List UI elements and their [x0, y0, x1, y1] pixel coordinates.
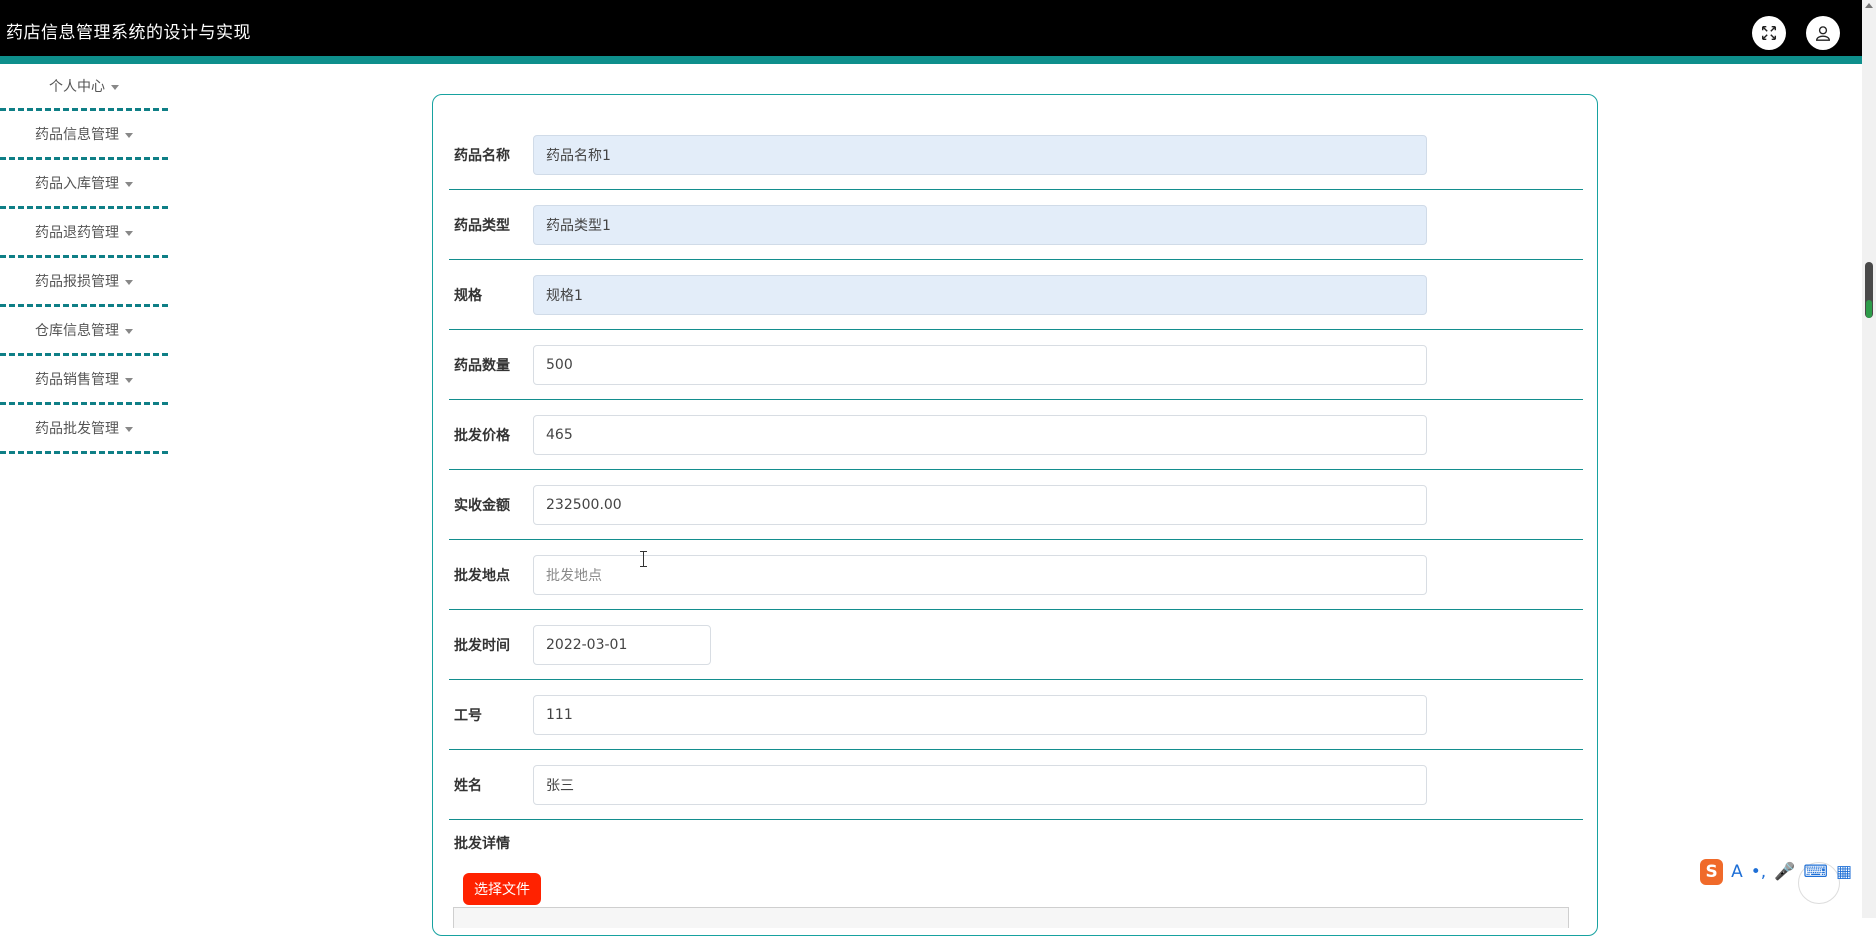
header-accent-strip: [0, 56, 1862, 64]
user-menu-button[interactable]: [1806, 16, 1840, 50]
form-row-amount: 实收金额 232500.00: [449, 471, 1583, 540]
caret-down-icon: [125, 426, 133, 432]
sidebar-item-damage[interactable]: 药品报损管理: [0, 258, 168, 307]
spec-field[interactable]: 规格1: [533, 275, 1427, 315]
caret-down-icon: [125, 181, 133, 187]
caret-down-icon: [125, 230, 133, 236]
form-row-location: 批发地点 批发地点: [449, 541, 1583, 610]
form-row-quantity: 药品数量 500: [449, 331, 1583, 400]
date-field[interactable]: 2022-03-01: [533, 625, 711, 665]
field-value: 张三: [546, 778, 574, 794]
grid-menu-icon: ▦: [1835, 862, 1852, 882]
sidebar-item-label: 仓库信息管理: [35, 323, 119, 339]
ime-logo-icon: S: [1700, 859, 1724, 885]
punctuation-icon: •,: [1750, 862, 1767, 882]
form-row-employee-id: 工号 111: [449, 681, 1583, 750]
fullscreen-button[interactable]: [1752, 16, 1786, 50]
field-label: 药品名称: [454, 148, 510, 164]
sidebar-item-label: 药品信息管理: [35, 127, 119, 143]
sidebar-item-label: 个人中心: [49, 79, 105, 95]
caret-down-icon: [111, 84, 119, 90]
detail-label: 批发详情: [454, 836, 510, 852]
app-title: 药店信息管理系统的设计与实现: [6, 23, 251, 43]
field-label: 药品类型: [454, 218, 510, 234]
choose-file-button[interactable]: 选择文件: [463, 873, 541, 905]
scrollbar-thumb-indicator: [1866, 300, 1872, 318]
user-icon: [1816, 26, 1830, 41]
field-label: 批发价格: [454, 428, 510, 444]
sidebar-item-returns[interactable]: 药品退药管理: [0, 209, 168, 258]
field-label: 药品数量: [454, 358, 510, 374]
sidebar-item-label: 药品入库管理: [35, 176, 119, 192]
field-value: 232500.00: [546, 497, 622, 513]
vertical-scrollbar[interactable]: [1862, 0, 1876, 918]
field-value: 药品名称1: [546, 148, 611, 164]
form-row-drug-name: 药品名称 药品名称1: [449, 121, 1583, 190]
quantity-field[interactable]: 500: [533, 345, 1427, 385]
sidebar-item-stock-in[interactable]: 药品入库管理: [0, 160, 168, 209]
sidebar-item-label: 药品批发管理: [35, 421, 119, 437]
sidebar-item-sales[interactable]: 药品销售管理: [0, 356, 168, 405]
field-value: 500: [546, 357, 573, 373]
microphone-icon: 🎤: [1774, 862, 1796, 882]
caret-down-icon: [125, 132, 133, 138]
sidebar: 个人中心 药品信息管理 药品入库管理 药品退药管理 药品报损管理 仓库信息管理 …: [0, 64, 170, 454]
form-row-spec: 规格 规格1: [449, 261, 1583, 330]
field-label: 批发时间: [454, 638, 510, 654]
form-row-date: 批发时间 2022-03-01: [449, 611, 1583, 680]
amount-field[interactable]: 232500.00: [533, 485, 1427, 525]
form-row-name: 姓名 张三: [449, 751, 1583, 820]
form-row-drug-type: 药品类型 药品类型1: [449, 191, 1583, 260]
keyboard-icon: ⌨: [1803, 862, 1828, 882]
sidebar-item-label: 药品销售管理: [35, 372, 119, 388]
field-value: 111: [546, 707, 573, 723]
caret-down-icon: [125, 279, 133, 285]
field-value: 规格1: [546, 288, 583, 304]
field-label: 工号: [454, 708, 482, 724]
form-row-wholesale-price: 批发价格 465: [449, 401, 1583, 470]
top-header: 药店信息管理系统的设计与实现: [0, 0, 1862, 56]
field-label: 规格: [454, 288, 482, 304]
employee-id-field[interactable]: 111: [533, 695, 1427, 735]
drug-type-field[interactable]: 药品类型1: [533, 205, 1427, 245]
location-field[interactable]: 批发地点: [533, 555, 1427, 595]
ime-toolbar[interactable]: S A •, 🎤 ⌨ ▦: [1700, 856, 1852, 888]
field-value: 药品类型1: [546, 218, 611, 234]
field-label: 实收金额: [454, 498, 510, 514]
field-value: 465: [546, 427, 573, 443]
sidebar-item-warehouse[interactable]: 仓库信息管理: [0, 307, 168, 356]
drug-name-field[interactable]: 药品名称1: [533, 135, 1427, 175]
ime-letter: A: [1731, 862, 1743, 882]
sidebar-item-label: 药品报损管理: [35, 274, 119, 290]
scroll-up-arrow-icon[interactable]: [1865, 3, 1873, 8]
sidebar-item-personal-center[interactable]: 个人中心: [0, 64, 168, 111]
wholesale-price-field[interactable]: 465: [533, 415, 1427, 455]
caret-down-icon: [125, 377, 133, 383]
sidebar-item-label: 药品退药管理: [35, 225, 119, 241]
name-field[interactable]: 张三: [533, 765, 1427, 805]
form-panel: 药品名称 药品名称1 药品类型 药品类型1 规格 规格1 药品数量 500 批发…: [432, 94, 1598, 936]
fullscreen-icon: [1761, 25, 1777, 41]
field-label: 姓名: [454, 778, 482, 794]
field-value: 2022-03-01: [546, 637, 628, 653]
caret-down-icon: [125, 328, 133, 334]
text-cursor-icon: [640, 551, 647, 567]
sidebar-item-wholesale[interactable]: 药品批发管理: [0, 405, 168, 454]
sidebar-item-drug-info[interactable]: 药品信息管理: [0, 111, 168, 160]
field-placeholder: 批发地点: [546, 568, 602, 584]
field-label: 批发地点: [454, 568, 510, 584]
